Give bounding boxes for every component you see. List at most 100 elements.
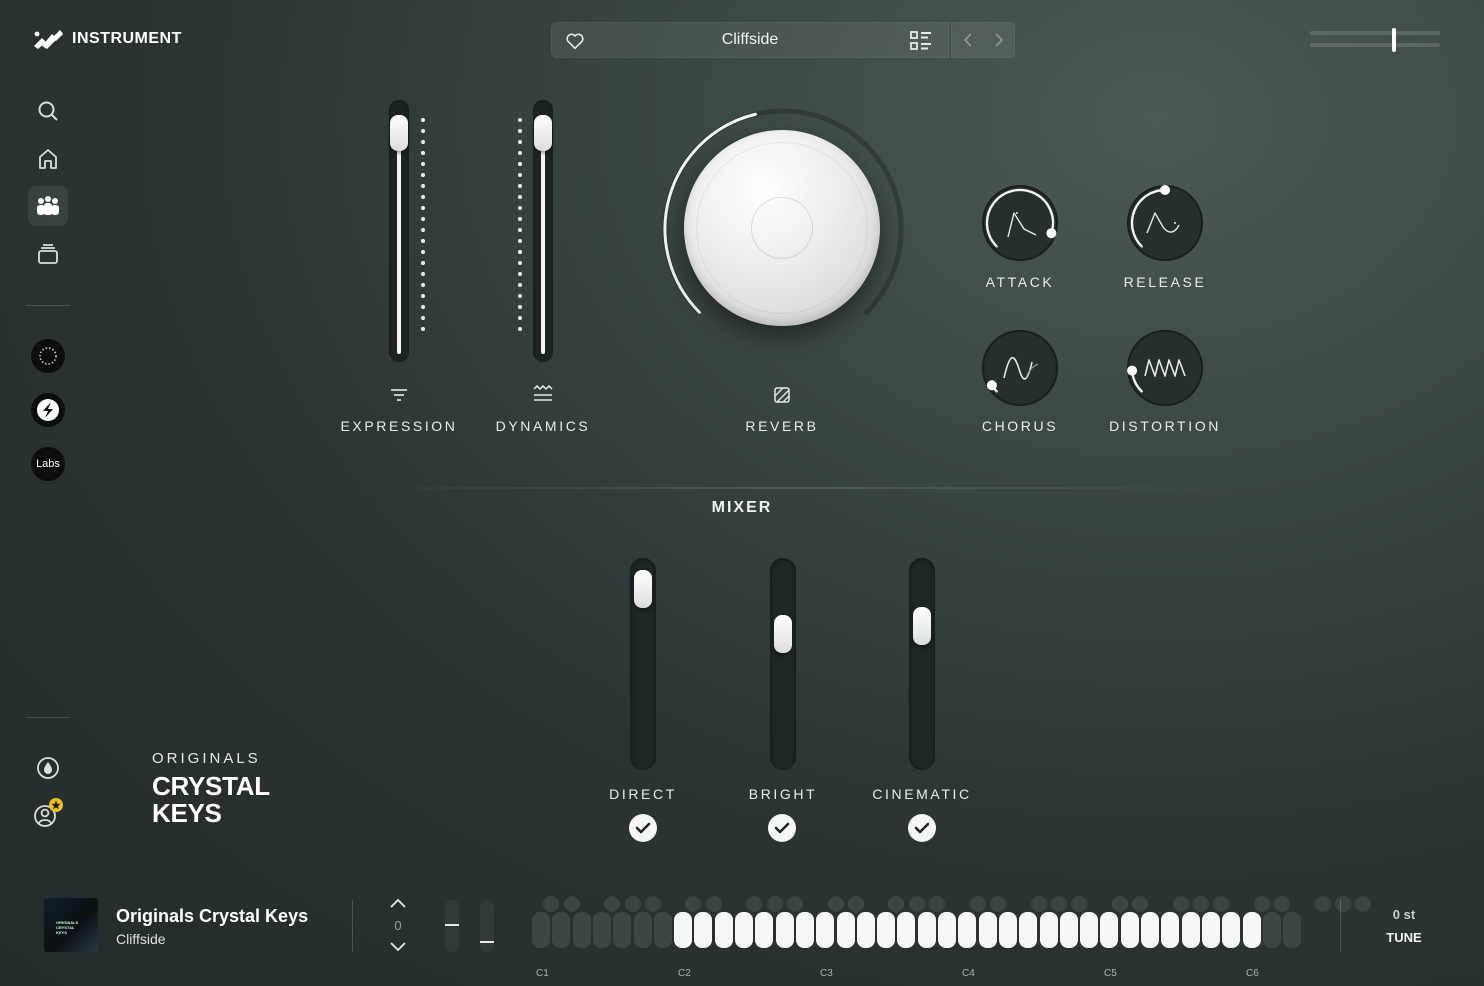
piano-key[interactable] bbox=[633, 912, 652, 948]
dynamics-slider-thumb[interactable] bbox=[534, 115, 552, 152]
piano-black-key[interactable] bbox=[766, 896, 783, 912]
chevron-left-icon[interactable] bbox=[961, 32, 975, 48]
piano-key[interactable] bbox=[714, 912, 733, 948]
piano-key[interactable] bbox=[998, 912, 1017, 948]
piano-key[interactable] bbox=[897, 912, 916, 948]
preset-selector[interactable]: Cliffside bbox=[551, 22, 949, 58]
piano-key[interactable] bbox=[1181, 912, 1200, 948]
piano-black-key[interactable] bbox=[1213, 896, 1230, 912]
piano-key[interactable] bbox=[877, 912, 896, 948]
piano-black-key[interactable] bbox=[1355, 896, 1372, 912]
piano-key[interactable] bbox=[755, 912, 774, 948]
piano-key[interactable] bbox=[1019, 912, 1038, 948]
piano-key[interactable] bbox=[775, 912, 794, 948]
piano-key[interactable] bbox=[1120, 912, 1139, 948]
piano-black-key[interactable] bbox=[969, 896, 986, 912]
piano-key[interactable] bbox=[816, 912, 835, 948]
piano-key[interactable] bbox=[1242, 912, 1261, 948]
piano-key[interactable] bbox=[1161, 912, 1180, 948]
piano-key[interactable] bbox=[735, 912, 753, 948]
piano-black-key[interactable] bbox=[1132, 896, 1148, 912]
piano-key[interactable] bbox=[836, 912, 855, 948]
piano-key[interactable] bbox=[1080, 912, 1099, 948]
sidebar-drop[interactable] bbox=[28, 748, 68, 788]
piano-key[interactable] bbox=[1201, 912, 1220, 948]
piano-key[interactable] bbox=[1222, 912, 1241, 948]
piano-black-key[interactable] bbox=[1071, 896, 1088, 912]
piano-black-key[interactable] bbox=[604, 896, 621, 912]
expression-slider[interactable] bbox=[389, 100, 409, 362]
preset-list-icon[interactable] bbox=[910, 31, 932, 51]
mixer-toggle-cinematic[interactable] bbox=[908, 814, 936, 842]
tune-value[interactable]: 0 st bbox=[1376, 907, 1432, 922]
piano-key[interactable] bbox=[1100, 912, 1119, 948]
mixer-toggle-direct[interactable] bbox=[629, 814, 657, 842]
piano-black-key[interactable] bbox=[1314, 896, 1331, 912]
piano-black-key[interactable] bbox=[1111, 896, 1128, 912]
piano-black-key[interactable] bbox=[827, 896, 844, 912]
mixer-thumb-bright[interactable] bbox=[774, 615, 792, 654]
piano-black-key[interactable] bbox=[1253, 896, 1270, 912]
instrument-artwork[interactable]: ORIGINALS CRYSTAL KEYS bbox=[44, 898, 98, 952]
master-volume-slider[interactable] bbox=[1310, 28, 1440, 52]
piano-key[interactable] bbox=[958, 912, 977, 948]
mod-wheel[interactable] bbox=[480, 900, 494, 952]
piano-black-key[interactable] bbox=[786, 896, 803, 912]
sidebar-instruments[interactable] bbox=[28, 186, 68, 226]
brand-circle-2[interactable] bbox=[31, 393, 65, 427]
piano-black-key[interactable] bbox=[1050, 896, 1067, 912]
piano-black-key[interactable] bbox=[847, 896, 864, 912]
piano-key[interactable] bbox=[532, 912, 550, 948]
piano-black-key[interactable] bbox=[746, 896, 763, 912]
mixer-slider-direct[interactable] bbox=[630, 558, 656, 770]
keyboard[interactable] bbox=[532, 896, 1372, 954]
piano-key[interactable] bbox=[856, 912, 875, 948]
mixer-slider-bright[interactable] bbox=[770, 558, 796, 770]
piano-key[interactable] bbox=[1059, 912, 1078, 948]
footer-instrument-name[interactable]: Originals Crystal Keys bbox=[116, 906, 308, 927]
piano-black-key[interactable] bbox=[908, 896, 925, 912]
pitch-wheel[interactable] bbox=[445, 900, 459, 952]
dynamics-slider[interactable] bbox=[533, 100, 553, 362]
piano-black-key[interactable] bbox=[1172, 896, 1189, 912]
piano-black-key[interactable] bbox=[1192, 896, 1209, 912]
piano-black-key[interactable] bbox=[1274, 896, 1291, 912]
sidebar-search[interactable] bbox=[28, 91, 68, 131]
mixer-thumb-direct[interactable] bbox=[634, 570, 652, 609]
master-volume-thumb[interactable] bbox=[1392, 28, 1396, 52]
piano-key[interactable] bbox=[613, 912, 632, 948]
piano-black-key[interactable] bbox=[644, 896, 661, 912]
sidebar-account[interactable] bbox=[28, 793, 68, 833]
piano-key[interactable] bbox=[694, 912, 713, 948]
piano-black-key[interactable] bbox=[989, 896, 1006, 912]
heart-icon[interactable] bbox=[564, 30, 586, 52]
piano-black-key[interactable] bbox=[929, 896, 945, 912]
chevron-right-icon[interactable] bbox=[992, 32, 1006, 48]
piano-black-key[interactable] bbox=[888, 896, 905, 912]
release-knob[interactable] bbox=[1125, 183, 1205, 263]
expression-slider-thumb[interactable] bbox=[390, 115, 408, 152]
piano-key[interactable] bbox=[1262, 912, 1281, 948]
mixer-slider-cinematic[interactable] bbox=[909, 558, 935, 770]
piano-black-key[interactable] bbox=[685, 896, 702, 912]
octave-down-icon[interactable] bbox=[388, 941, 408, 953]
piano-black-key[interactable] bbox=[1030, 896, 1047, 912]
piano-key[interactable] bbox=[1141, 912, 1159, 948]
piano-key[interactable] bbox=[1039, 912, 1058, 948]
piano-key[interactable] bbox=[653, 912, 672, 948]
piano-key[interactable] bbox=[674, 912, 693, 948]
piano-key[interactable] bbox=[552, 912, 571, 948]
reverb-knob[interactable] bbox=[662, 108, 904, 350]
brand-circle-1[interactable] bbox=[31, 339, 65, 373]
piano-key[interactable] bbox=[795, 912, 814, 948]
sidebar-home[interactable] bbox=[28, 139, 68, 179]
octave-up-icon[interactable] bbox=[388, 897, 408, 909]
piano-key[interactable] bbox=[572, 912, 591, 948]
attack-knob[interactable] bbox=[980, 183, 1060, 263]
piano-key[interactable] bbox=[1283, 912, 1302, 948]
piano-black-key[interactable] bbox=[543, 896, 560, 912]
piano-black-key[interactable] bbox=[624, 896, 641, 912]
distortion-knob[interactable] bbox=[1125, 328, 1205, 408]
mixer-toggle-bright[interactable] bbox=[768, 814, 796, 842]
piano-black-key[interactable] bbox=[705, 896, 722, 912]
